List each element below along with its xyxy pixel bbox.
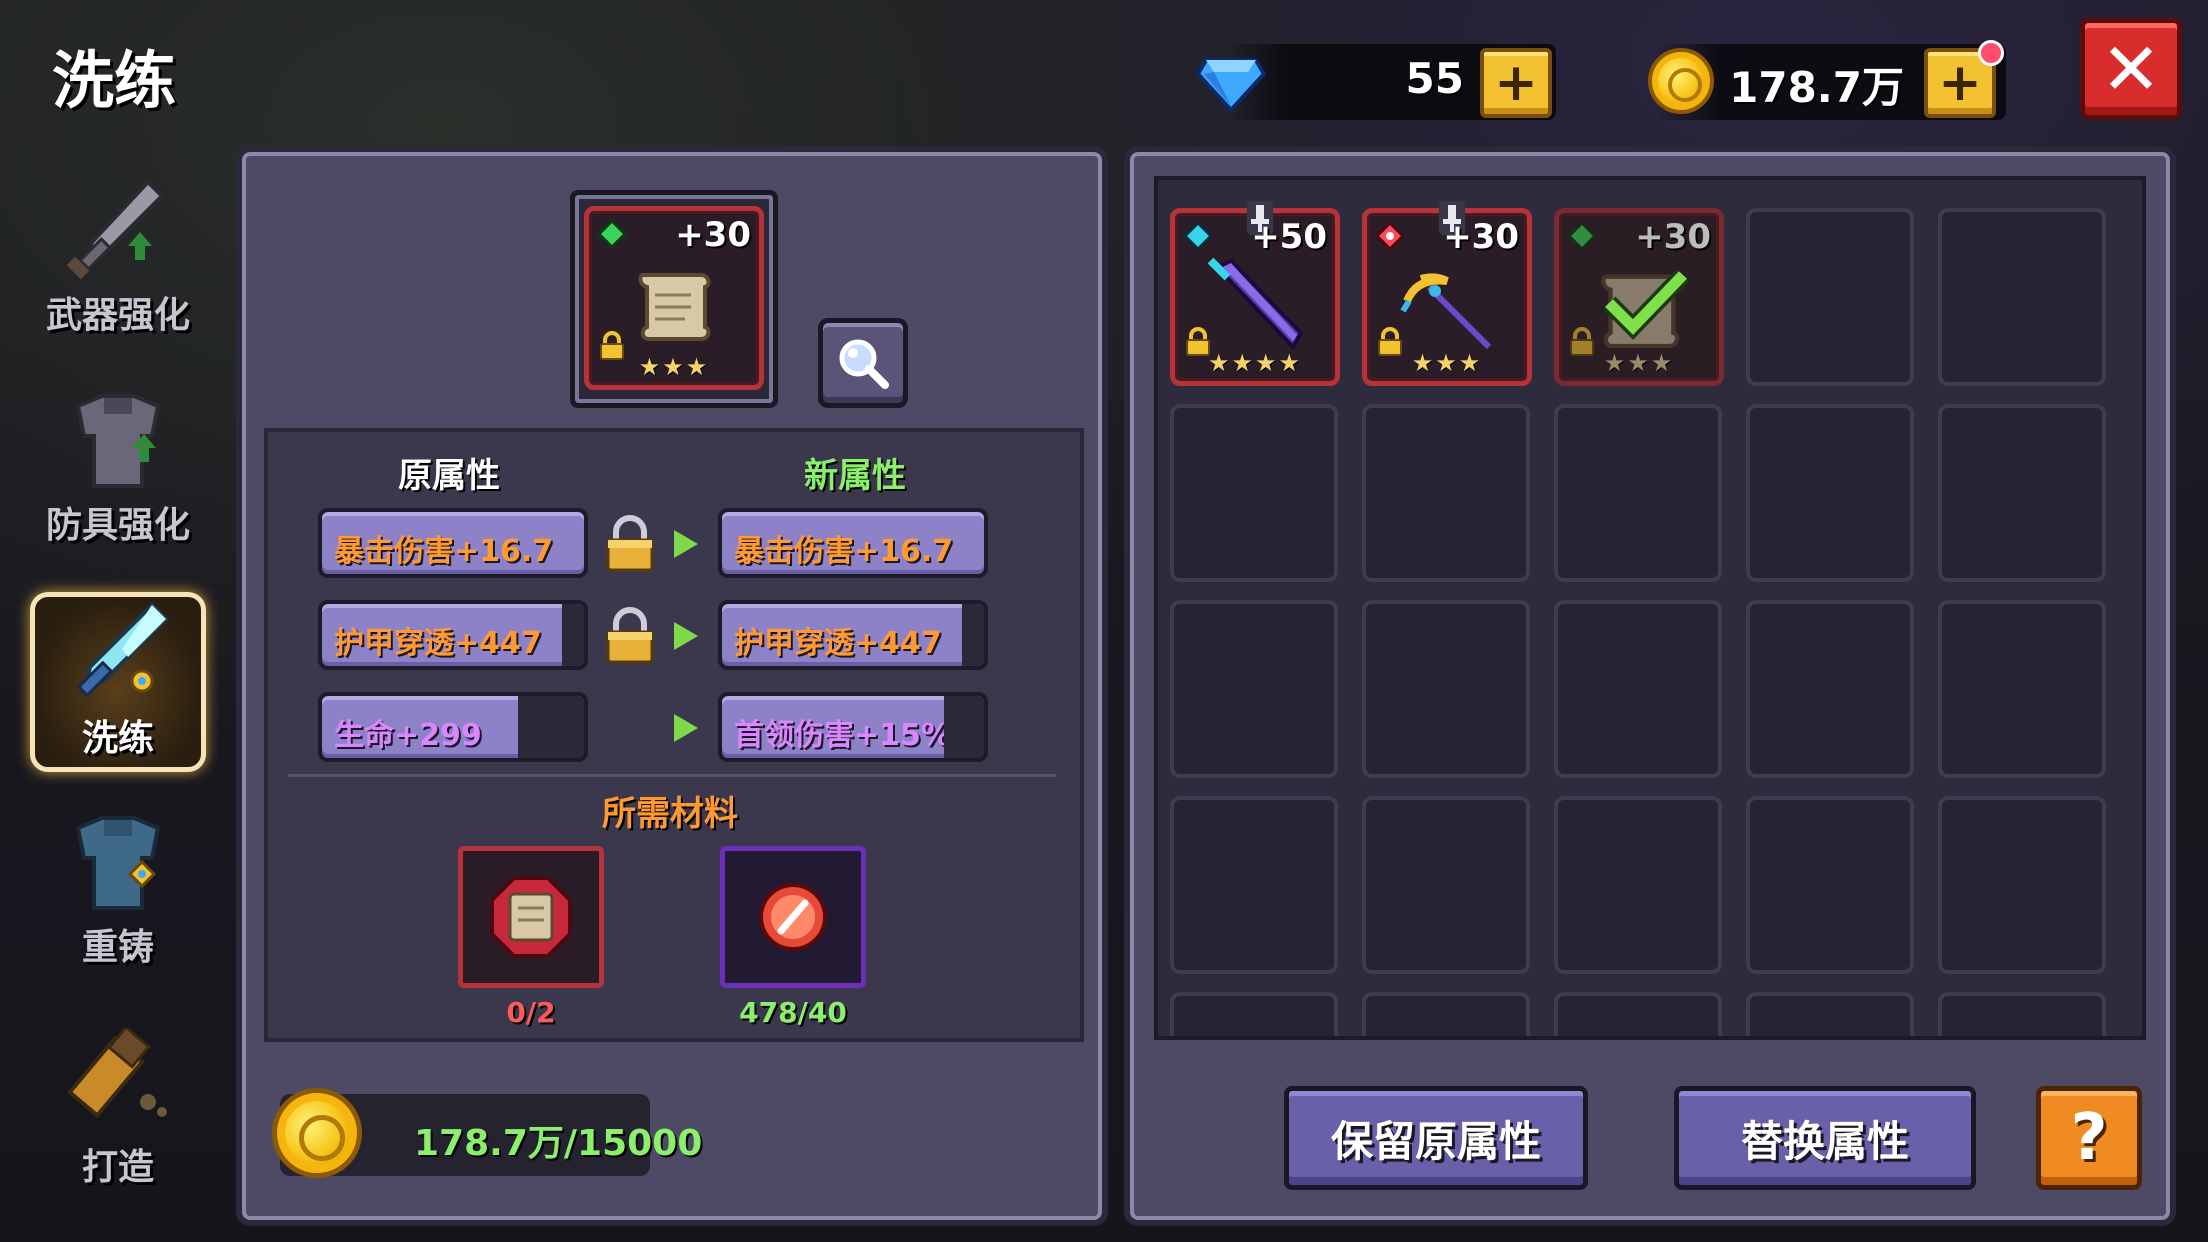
attribute-text: 暴击伤害+16.7 bbox=[734, 534, 954, 569]
inventory-slot[interactable] bbox=[1554, 600, 1722, 778]
sword-upgrade-icon bbox=[66, 179, 165, 280]
inventory-slot[interactable] bbox=[1746, 992, 1914, 1036]
new-attribute-2: 护甲穿透+447 bbox=[718, 600, 988, 670]
inspect-button[interactable] bbox=[818, 318, 908, 408]
attribute-text: 首领伤害+15% bbox=[734, 718, 951, 753]
gold-currency: 178.7万 + bbox=[1648, 40, 2006, 120]
inventory-slot[interactable] bbox=[1746, 208, 1914, 386]
gold-cost: 178.7万/15000 bbox=[414, 1123, 703, 1164]
inventory-item-1[interactable]: +50 ★★★★ bbox=[1170, 201, 1340, 386]
inventory-slot[interactable] bbox=[1362, 600, 1530, 778]
attribute-lock-1-icon[interactable] bbox=[602, 514, 658, 574]
item-stars: ★★★ bbox=[1411, 349, 1483, 377]
old-attribute-1: 暴击伤害+16.7 bbox=[318, 508, 588, 578]
green-gem-icon bbox=[1567, 221, 1597, 251]
sidebar-item-weapon-upgrade[interactable]: 武器强化 bbox=[30, 168, 206, 344]
grid-row-partial bbox=[1158, 992, 2142, 1036]
old-attribute-2: 护甲穿透+447 bbox=[318, 600, 588, 670]
scroll-material-icon bbox=[490, 876, 572, 958]
inventory-slot[interactable] bbox=[1170, 404, 1338, 582]
recast-armor-icon bbox=[75, 816, 161, 910]
arrow-3-icon bbox=[674, 714, 698, 742]
sidebar-item-recast[interactable]: 重铸 bbox=[30, 800, 206, 976]
inventory-slot[interactable] bbox=[1170, 600, 1338, 778]
inventory-slot[interactable] bbox=[1362, 796, 1530, 974]
item-stars: ★★★★ bbox=[1207, 349, 1303, 377]
divider bbox=[288, 774, 1056, 777]
new-attributes-header: 新属性 bbox=[804, 456, 906, 496]
page-title: 洗练 bbox=[52, 44, 177, 117]
inventory-slot[interactable] bbox=[1938, 208, 2106, 386]
gold-coin-icon bbox=[272, 1088, 362, 1178]
gem-count: 55 bbox=[1405, 54, 1464, 103]
inventory-slot[interactable] bbox=[1938, 600, 2106, 778]
arrow-2-icon bbox=[674, 622, 698, 650]
attribute-lock-2-icon[interactable] bbox=[602, 606, 658, 666]
sidebar-item-reforge[interactable]: 洗练 bbox=[30, 592, 206, 772]
sidebar-item-forge[interactable]: 打造 bbox=[30, 1020, 206, 1196]
sidebar-item-label: 防具强化 bbox=[45, 505, 190, 546]
sidebar-item-label: 洗练 bbox=[81, 718, 154, 759]
item-stars: ★★★ bbox=[1603, 349, 1675, 377]
new-attribute-3: 首领伤害+15% bbox=[718, 692, 988, 762]
sidebar-item-armor-upgrade[interactable]: 防具强化 bbox=[30, 378, 206, 554]
inventory-item-2[interactable]: +30 ★★★ bbox=[1362, 201, 1532, 386]
close-button[interactable]: ✕ bbox=[2080, 18, 2182, 120]
forge-hammer-icon bbox=[66, 1028, 167, 1119]
attribute-text: 护甲穿透+447 bbox=[334, 626, 542, 661]
reforge-stone-icon bbox=[759, 883, 827, 951]
notification-dot bbox=[1978, 40, 2004, 66]
arrow-1-icon bbox=[674, 530, 698, 558]
sidebar-item-label: 打造 bbox=[81, 1147, 154, 1188]
material-count-stone: 478/40 bbox=[739, 996, 847, 1029]
item-level: +30 bbox=[675, 215, 751, 255]
gem-currency: 55 + bbox=[1196, 44, 1556, 120]
keep-original-button[interactable]: 保留原属性 bbox=[1284, 1086, 1588, 1190]
armor-upgrade-icon bbox=[75, 394, 161, 488]
diamond-icon bbox=[1196, 58, 1266, 113]
inventory-slot[interactable] bbox=[1362, 404, 1530, 582]
material-count-scroll: 0/2 bbox=[506, 996, 556, 1029]
item-stars: ★★★ bbox=[638, 353, 710, 381]
sidebar-item-label: 武器强化 bbox=[45, 295, 190, 336]
inventory-slot[interactable] bbox=[1938, 992, 2106, 1036]
inventory-slot[interactable] bbox=[1746, 600, 1914, 778]
attribute-text: 生命+299 bbox=[334, 718, 482, 753]
inventory-slot[interactable] bbox=[1746, 404, 1914, 582]
magnifier-icon bbox=[839, 339, 889, 389]
gold-count: 178.7万 bbox=[1729, 63, 1904, 112]
inventory-slot[interactable] bbox=[1746, 796, 1914, 974]
inventory-slot[interactable] bbox=[1170, 992, 1338, 1036]
checkmark-icon bbox=[1602, 268, 1690, 340]
inventory-slot[interactable] bbox=[1938, 404, 2106, 582]
inventory-slot[interactable] bbox=[1938, 796, 2106, 974]
gold-coin-icon bbox=[1648, 48, 1714, 114]
inventory-slot[interactable] bbox=[1554, 992, 1722, 1036]
replace-attributes-button[interactable]: 替换属性 bbox=[1674, 1086, 1976, 1190]
new-attribute-1: 暴击伤害+16.7 bbox=[718, 508, 988, 578]
sidebar-item-label: 重铸 bbox=[81, 927, 154, 968]
inventory-slot[interactable] bbox=[1554, 796, 1722, 974]
reforge-sword-icon bbox=[76, 602, 169, 698]
attribute-text: 护甲穿透+447 bbox=[734, 626, 942, 661]
material-slot-stone[interactable] bbox=[720, 846, 866, 988]
inventory-slot[interactable] bbox=[1170, 796, 1338, 974]
inventory-slot[interactable] bbox=[1554, 404, 1722, 582]
add-gems-button[interactable]: + bbox=[1480, 48, 1552, 118]
inventory-item-3[interactable]: +30 ★★★ bbox=[1554, 208, 1724, 386]
help-button[interactable]: ? bbox=[2036, 1086, 2142, 1190]
item-level: +30 bbox=[1635, 217, 1711, 257]
original-attributes-header: 原属性 bbox=[398, 456, 500, 496]
attribute-text: 暴击伤害+16.7 bbox=[334, 534, 554, 569]
materials-title: 所需材料 bbox=[602, 794, 738, 834]
scroll-icon bbox=[638, 273, 711, 341]
old-attribute-3: 生命+299 bbox=[318, 692, 588, 762]
material-slot-scroll[interactable] bbox=[458, 846, 604, 988]
green-gem-icon bbox=[597, 219, 627, 249]
inventory-slot[interactable] bbox=[1362, 992, 1530, 1036]
selected-item-slot[interactable]: +30 ★★★ bbox=[584, 206, 764, 390]
